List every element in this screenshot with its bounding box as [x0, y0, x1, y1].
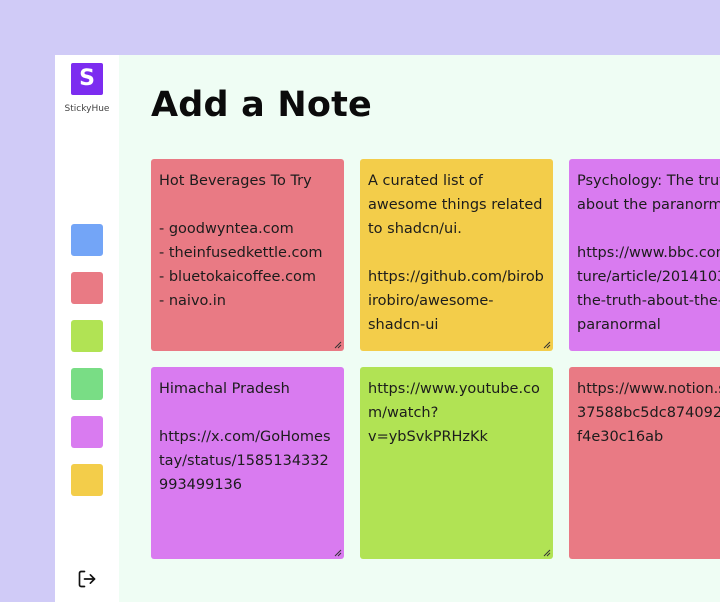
page-title: Add a Note	[151, 85, 372, 125]
sidebar: S StickyHue	[55, 55, 119, 602]
logo-letter: S	[79, 66, 95, 91]
main-content: Add a Note	[119, 55, 720, 602]
note-textarea[interactable]	[569, 367, 720, 559]
note-textarea[interactable]	[569, 159, 720, 351]
app-window: S StickyHue Add a Note	[55, 55, 720, 602]
note-textarea[interactable]	[360, 159, 553, 351]
logout-button[interactable]	[77, 569, 97, 589]
color-swatch-red[interactable]	[71, 272, 103, 304]
color-swatch-green[interactable]	[71, 368, 103, 400]
note-card[interactable]	[151, 367, 344, 559]
color-swatch-lime[interactable]	[71, 320, 103, 352]
note-textarea[interactable]	[360, 367, 553, 559]
brand-name: StickyHue	[64, 104, 110, 114]
note-card[interactable]	[360, 367, 553, 559]
note-card[interactable]	[569, 367, 720, 559]
logout-icon	[78, 570, 96, 588]
note-card[interactable]	[151, 159, 344, 351]
color-swatch-blue[interactable]	[71, 224, 103, 256]
color-swatch-yellow[interactable]	[71, 464, 103, 496]
note-textarea[interactable]	[151, 367, 344, 559]
note-card[interactable]	[569, 159, 720, 351]
app-logo[interactable]: S	[71, 63, 103, 95]
note-card[interactable]	[360, 159, 553, 351]
color-swatch-purple[interactable]	[71, 416, 103, 448]
note-textarea[interactable]	[151, 159, 344, 351]
